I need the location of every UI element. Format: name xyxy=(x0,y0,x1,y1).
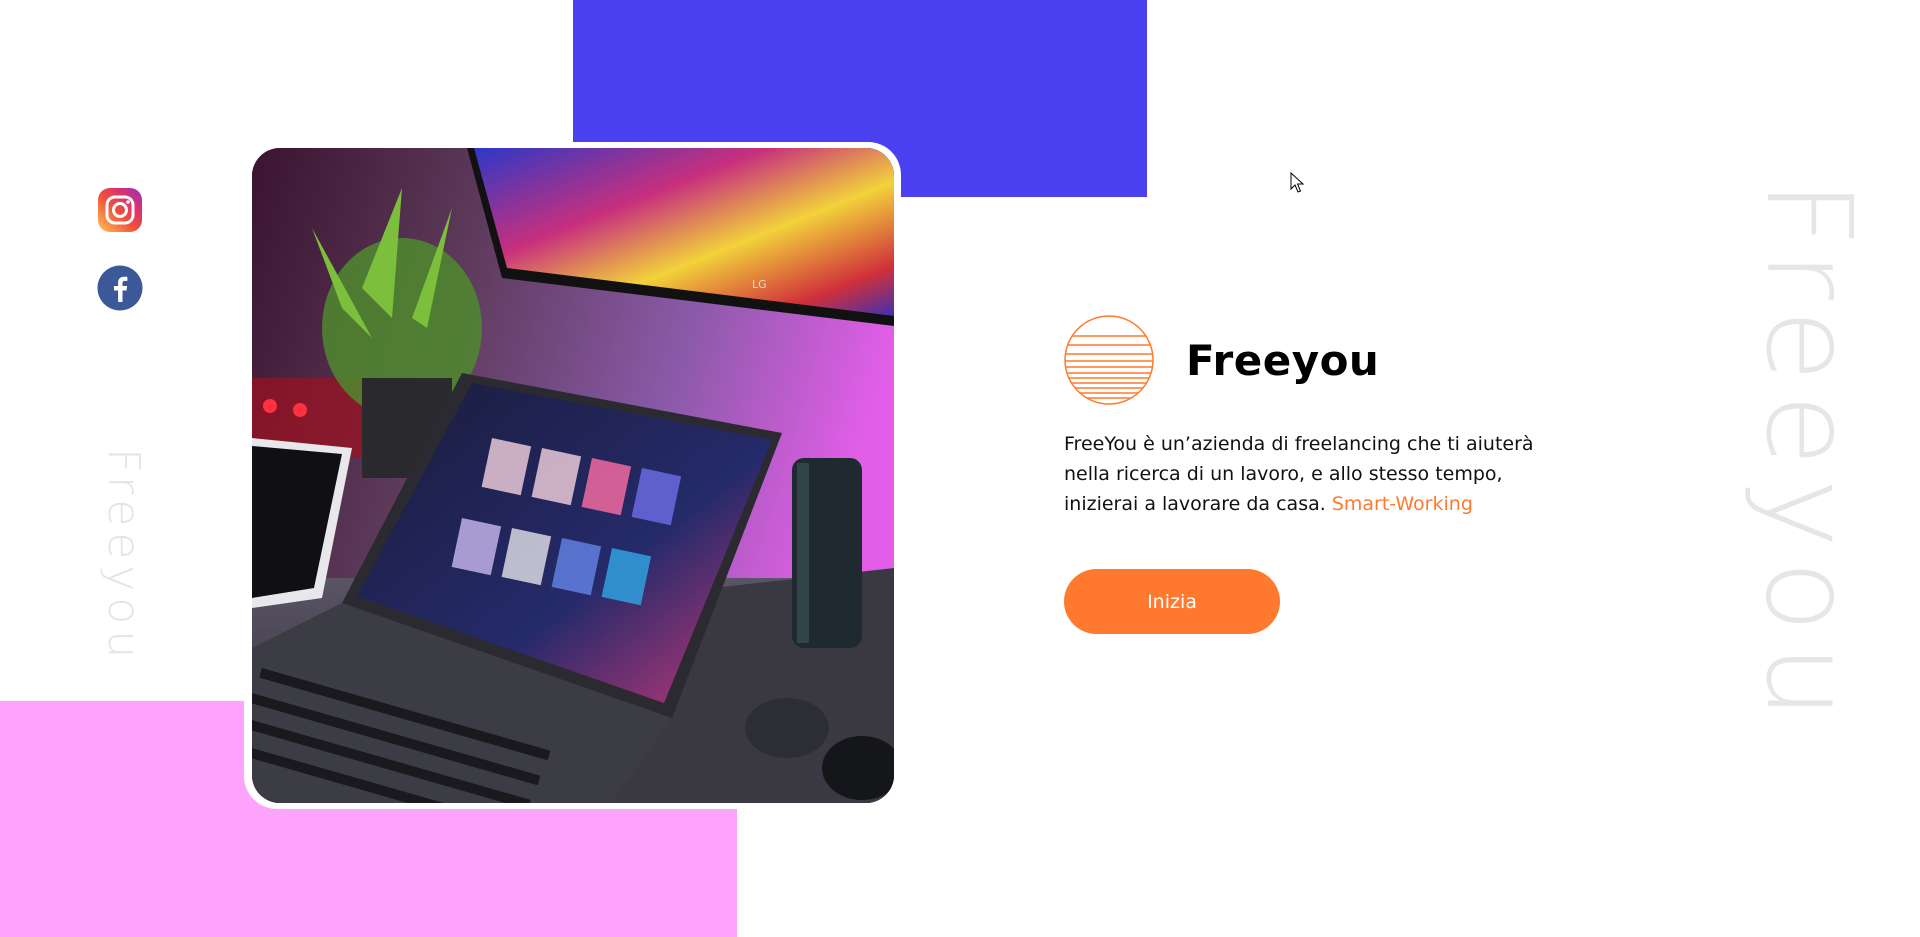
side-vertical-text: Freeyou xyxy=(98,448,149,665)
hero-photo: LG xyxy=(252,148,894,803)
brand-header: Freeyou xyxy=(1063,314,1379,406)
striped-sun-logo-icon xyxy=(1063,314,1155,406)
brand-description: FreeYou è un’azienda di freelancing che … xyxy=(1064,429,1564,519)
instagram-link[interactable] xyxy=(97,187,143,238)
svg-text:LG: LG xyxy=(752,278,767,291)
facebook-icon xyxy=(97,265,143,316)
start-button[interactable]: Inizia xyxy=(1064,569,1280,634)
brand-title: Freeyou xyxy=(1186,335,1380,385)
landing-page: Freeyou Freeyou LG Freeyou FreeYou è un’… xyxy=(0,0,1920,937)
facebook-link[interactable] xyxy=(97,265,143,316)
description-highlight: Smart-Working xyxy=(1331,493,1473,515)
vertical-watermark: Freeyou xyxy=(1740,180,1878,732)
mouse-cursor-icon xyxy=(1290,171,1305,199)
instagram-icon xyxy=(97,187,143,238)
